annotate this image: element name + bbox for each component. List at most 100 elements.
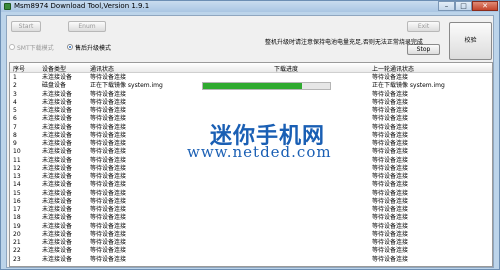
start-button[interactable]: Start (11, 21, 41, 32)
cell-device-type: 未连接设备 (42, 206, 73, 213)
cell-comm-status: 等待设备连接 (90, 164, 127, 172)
cell-index: 9 (13, 140, 17, 147)
cell-index: 6 (13, 115, 17, 123)
cell-comm-status: 等待设备连接 (90, 115, 127, 123)
table-row[interactable]: 21 未连接设备 等待设备连接 等待设备连接 (10, 239, 492, 247)
table-row[interactable]: 12 未连接设备 等待设备连接 等待设备连接 (10, 164, 492, 173)
cell-comm-status: 正在下载镜像 system.img (90, 82, 163, 90)
cell-comm-status: 等待设备连接 (90, 173, 127, 180)
exit-button[interactable]: Exit (407, 21, 440, 32)
cell-index: 21 (13, 239, 21, 246)
cell-index: 8 (13, 131, 17, 139)
minimize-button[interactable]: – (438, 1, 455, 11)
cell-last-status: 等待设备连接 (372, 222, 409, 230)
cell-index: 23 (13, 255, 21, 263)
cell-device-type: 未连接设备 (42, 90, 73, 98)
cell-last-status: 等待设备连接 (372, 206, 409, 213)
table-row[interactable]: 23 未连接设备 等待设备连接 等待设备连接 (10, 255, 492, 264)
radio-unchecked-icon (9, 44, 15, 50)
window-controls: – □ ✕ (438, 1, 498, 11)
cell-device-type: 未连接设备 (42, 131, 73, 139)
table-header: 序号 设备类型 通讯状态 下载进度 上一轮通讯状态 (10, 63, 492, 73)
smt-mode-radio[interactable]: SMT下载模式 (9, 43, 54, 52)
radio-checked-icon (67, 44, 73, 50)
cell-device-type: 未连接设备 (42, 107, 73, 114)
table-row[interactable]: 5 未连接设备 等待设备连接 等待设备连接 (10, 107, 492, 115)
table-row[interactable]: 19 未连接设备 等待设备连接 等待设备连接 (10, 222, 492, 231)
cell-last-status: 等待设备连接 (372, 189, 409, 197)
table-row[interactable]: 20 未连接设备 等待设备连接 等待设备连接 (10, 230, 492, 239)
enum-button[interactable]: Enum (68, 21, 106, 32)
cell-comm-status: 等待设备连接 (90, 148, 127, 156)
cell-index: 16 (13, 197, 21, 205)
cell-index: 19 (13, 222, 21, 230)
cell-last-status: 等待设备连接 (372, 230, 409, 238)
cell-device-type: 未连接设备 (42, 140, 73, 147)
table-row[interactable]: 13 未连接设备 等待设备连接 等待设备连接 (10, 173, 492, 181)
cell-comm-status: 等待设备连接 (90, 230, 127, 238)
cell-device-type: 未连接设备 (42, 255, 73, 263)
close-button[interactable]: ✕ (472, 1, 498, 11)
cell-comm-status: 等待设备连接 (90, 197, 127, 205)
cell-device-type: 未连接设备 (42, 222, 73, 230)
cell-index: 17 (13, 206, 21, 213)
table-row[interactable]: 17 未连接设备 等待设备连接 等待设备连接 (10, 206, 492, 214)
cell-device-type: 磁盘设备 (42, 82, 67, 90)
cell-last-status: 等待设备连接 (372, 140, 409, 147)
window-title: Msm8974 Download Tool,Version 1.9.1 (14, 2, 150, 10)
cell-comm-status: 等待设备连接 (90, 214, 127, 222)
cell-index: 10 (13, 148, 21, 156)
cell-index: 11 (13, 156, 21, 164)
cell-last-status: 等待设备连接 (372, 181, 409, 189)
cell-index: 15 (13, 189, 21, 197)
cell-last-status: 等待设备连接 (372, 98, 409, 106)
cell-comm-status: 等待设备连接 (90, 98, 127, 106)
cell-device-type: 未连接设备 (42, 230, 73, 238)
download-progress-bar (202, 82, 331, 91)
cell-comm-status: 等待设备连接 (90, 123, 127, 131)
cell-device-type: 未连接设备 (42, 247, 73, 255)
cell-comm-status: 等待设备连接 (90, 189, 127, 197)
table-row[interactable]: 18 未连接设备 等待设备连接 等待设备连接 (10, 214, 492, 222)
title-bar[interactable]: Msm8974 Download Tool,Version 1.9.1 – □ … (1, 1, 499, 12)
app-window: Msm8974 Download Tool,Version 1.9.1 – □ … (0, 0, 500, 270)
cell-index: 2 (13, 82, 17, 90)
table-row[interactable]: 22 未连接设备 等待设备连接 等待设备连接 (10, 247, 492, 255)
header-progress: 下载进度 (274, 66, 299, 73)
table-row[interactable]: 16 未连接设备 等待设备连接 等待设备连接 (10, 197, 492, 206)
cell-device-type: 未连接设备 (42, 189, 73, 197)
cell-comm-status: 等待设备连接 (90, 107, 127, 114)
cell-last-status: 等待设备连接 (372, 123, 409, 131)
cell-index: 20 (13, 230, 21, 238)
cell-comm-status: 等待设备连接 (90, 247, 127, 255)
table-row[interactable]: 1 未连接设备 等待设备连接 等待设备连接 (10, 74, 492, 82)
cell-last-status: 等待设备连接 (372, 156, 409, 164)
maximize-button[interactable]: □ (455, 1, 472, 11)
cell-device-type: 未连接设备 (42, 123, 73, 131)
device-table: 序号 设备类型 通讯状态 下载进度 上一轮通讯状态 1 未连接设备 等待设备连接 等待… (9, 62, 493, 267)
table-row[interactable]: 15 未连接设备 等待设备连接 等待设备连接 (10, 189, 492, 198)
cell-last-status: 等待设备连接 (372, 131, 409, 139)
aftersale-mode-radio[interactable]: 售后升级模式 (67, 43, 111, 52)
table-row[interactable]: 14 未连接设备 等待设备连接 等待设备连接 (10, 181, 492, 189)
cell-index: 5 (13, 107, 17, 114)
table-row[interactable]: 3 未连接设备 等待设备连接 等待设备连接 (10, 90, 492, 99)
verify-button[interactable]: 校验 (449, 22, 492, 60)
cell-device-type: 未连接设备 (42, 214, 73, 222)
cell-index: 14 (13, 181, 21, 189)
cell-last-status: 等待设备连接 (372, 74, 409, 81)
cell-last-status: 等待设备连接 (372, 247, 409, 255)
cell-index: 4 (13, 98, 17, 106)
cell-last-status: 等待设备连接 (372, 173, 409, 180)
cell-comm-status: 等待设备连接 (90, 74, 127, 81)
cell-comm-status: 等待设备连接 (90, 181, 127, 189)
cell-device-type: 未连接设备 (42, 197, 73, 205)
cell-comm-status: 等待设备连接 (90, 239, 127, 246)
cell-index: 13 (13, 173, 21, 180)
cell-comm-status: 等待设备连接 (90, 206, 127, 213)
cell-index: 12 (13, 164, 21, 172)
cell-device-type: 未连接设备 (42, 173, 73, 180)
cell-comm-status: 等待设备连接 (90, 156, 127, 164)
table-row[interactable]: 4 未连接设备 等待设备连接 等待设备连接 (10, 98, 492, 107)
header-device-type: 设备类型 (42, 66, 67, 73)
